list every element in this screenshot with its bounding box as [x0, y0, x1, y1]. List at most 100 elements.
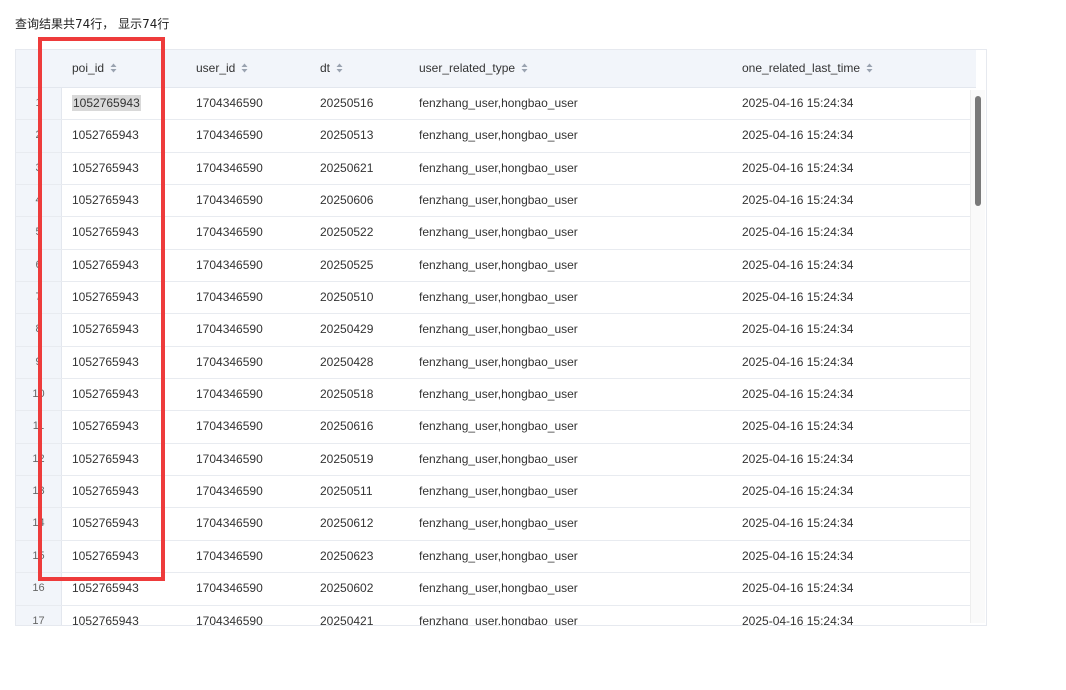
cell-user-id[interactable]: 1704346590: [196, 314, 263, 345]
cell-dt[interactable]: 20250612: [320, 508, 373, 539]
cell-dt[interactable]: 20250429: [320, 314, 373, 345]
cell-poi-id[interactable]: 1052765943: [72, 217, 139, 248]
cell-user-id[interactable]: 1704346590: [196, 508, 263, 539]
cell-one-related-last-time[interactable]: 2025-04-16 15:24:34: [742, 217, 853, 248]
cell-user-related-type[interactable]: fenzhang_user,hongbao_user: [419, 217, 578, 248]
table-row[interactable]: 12 1052765943 1704346590 20250519 fenzha…: [16, 444, 971, 477]
table-row[interactable]: 13 1052765943 1704346590 20250511 fenzha…: [16, 476, 971, 509]
cell-user-related-type[interactable]: fenzhang_user,hongbao_user: [419, 185, 578, 216]
cell-poi-id[interactable]: 1052765943: [72, 476, 139, 507]
cell-user-id[interactable]: 1704346590: [196, 476, 263, 507]
cell-dt[interactable]: 20250428: [320, 347, 373, 378]
cell-user-id[interactable]: 1704346590: [196, 185, 263, 216]
sort-icon[interactable]: [241, 63, 248, 73]
cell-poi-id[interactable]: 1052765943: [72, 314, 139, 345]
table-row[interactable]: 3 1052765943 1704346590 20250621 fenzhan…: [16, 153, 971, 186]
cell-user-related-type[interactable]: fenzhang_user,hongbao_user: [419, 88, 578, 119]
cell-user-related-type[interactable]: fenzhang_user,hongbao_user: [419, 282, 578, 313]
cell-poi-id[interactable]: 1052765943: [72, 606, 139, 626]
cell-user-id[interactable]: 1704346590: [196, 411, 263, 442]
cell-one-related-last-time[interactable]: 2025-04-16 15:24:34: [742, 347, 853, 378]
cell-user-id[interactable]: 1704346590: [196, 250, 263, 281]
cell-user-related-type[interactable]: fenzhang_user,hongbao_user: [419, 379, 578, 410]
cell-user-related-type[interactable]: fenzhang_user,hongbao_user: [419, 347, 578, 378]
cell-poi-id[interactable]: 1052765943: [72, 508, 139, 539]
cell-user-related-type[interactable]: fenzhang_user,hongbao_user: [419, 120, 578, 151]
sort-icon[interactable]: [336, 63, 343, 73]
cell-poi-id[interactable]: 1052765943: [72, 573, 139, 604]
cell-one-related-last-time[interactable]: 2025-04-16 15:24:34: [742, 88, 853, 119]
cell-one-related-last-time[interactable]: 2025-04-16 15:24:34: [742, 541, 853, 572]
table-row[interactable]: 2 1052765943 1704346590 20250513 fenzhan…: [16, 120, 971, 153]
cell-one-related-last-time[interactable]: 2025-04-16 15:24:34: [742, 606, 853, 626]
cell-user-id[interactable]: 1704346590: [196, 282, 263, 313]
cell-dt[interactable]: 20250421: [320, 606, 373, 626]
cell-user-related-type[interactable]: fenzhang_user,hongbao_user: [419, 541, 578, 572]
cell-poi-id[interactable]: 1052765943: [72, 250, 139, 281]
cell-dt[interactable]: 20250516: [320, 88, 373, 119]
cell-dt[interactable]: 20250513: [320, 120, 373, 151]
table-row[interactable]: 1 1052765943 1704346590 20250516 fenzhan…: [16, 88, 971, 121]
cell-user-related-type[interactable]: fenzhang_user,hongbao_user: [419, 250, 578, 281]
column-header-poi-id[interactable]: poi_id: [72, 50, 117, 87]
cell-one-related-last-time[interactable]: 2025-04-16 15:24:34: [742, 508, 853, 539]
cell-user-related-type[interactable]: fenzhang_user,hongbao_user: [419, 606, 578, 626]
table-row[interactable]: 6 1052765943 1704346590 20250525 fenzhan…: [16, 250, 971, 283]
column-header-user-related-type[interactable]: user_related_type: [419, 50, 528, 87]
cell-one-related-last-time[interactable]: 2025-04-16 15:24:34: [742, 444, 853, 475]
cell-user-related-type[interactable]: fenzhang_user,hongbao_user: [419, 411, 578, 442]
cell-user-id[interactable]: 1704346590: [196, 541, 263, 572]
cell-dt[interactable]: 20250621: [320, 153, 373, 184]
cell-poi-id[interactable]: 1052765943: [72, 282, 139, 313]
cell-poi-id[interactable]: 1052765943: [72, 541, 139, 572]
cell-one-related-last-time[interactable]: 2025-04-16 15:24:34: [742, 476, 853, 507]
cell-user-related-type[interactable]: fenzhang_user,hongbao_user: [419, 476, 578, 507]
table-row[interactable]: 5 1052765943 1704346590 20250522 fenzhan…: [16, 217, 971, 250]
cell-poi-id[interactable]: 1052765943: [72, 153, 139, 184]
cell-dt[interactable]: 20250511: [320, 476, 373, 507]
cell-dt[interactable]: 20250510: [320, 282, 373, 313]
table-row[interactable]: 15 1052765943 1704346590 20250623 fenzha…: [16, 541, 971, 574]
cell-user-id[interactable]: 1704346590: [196, 606, 263, 626]
cell-one-related-last-time[interactable]: 2025-04-16 15:24:34: [742, 282, 853, 313]
cell-dt[interactable]: 20250518: [320, 379, 373, 410]
column-header-one-related-last-time[interactable]: one_related_last_time: [742, 50, 873, 87]
table-row[interactable]: 10 1052765943 1704346590 20250518 fenzha…: [16, 379, 971, 412]
table-row[interactable]: 9 1052765943 1704346590 20250428 fenzhan…: [16, 347, 971, 380]
cell-dt[interactable]: 20250519: [320, 444, 373, 475]
sort-icon[interactable]: [866, 63, 873, 73]
cell-poi-id[interactable]: 1052765943: [72, 185, 139, 216]
cell-user-id[interactable]: 1704346590: [196, 573, 263, 604]
cell-user-id[interactable]: 1704346590: [196, 444, 263, 475]
cell-one-related-last-time[interactable]: 2025-04-16 15:24:34: [742, 573, 853, 604]
sort-icon[interactable]: [110, 63, 117, 73]
cell-dt[interactable]: 20250623: [320, 541, 373, 572]
cell-user-related-type[interactable]: fenzhang_user,hongbao_user: [419, 444, 578, 475]
cell-poi-id[interactable]: 1052765943: [72, 411, 139, 442]
cell-user-related-type[interactable]: fenzhang_user,hongbao_user: [419, 508, 578, 539]
cell-user-related-type[interactable]: fenzhang_user,hongbao_user: [419, 314, 578, 345]
table-row[interactable]: 4 1052765943 1704346590 20250606 fenzhan…: [16, 185, 971, 218]
table-row[interactable]: 14 1052765943 1704346590 20250612 fenzha…: [16, 508, 971, 541]
column-header-user-id[interactable]: user_id: [196, 50, 248, 87]
table-row[interactable]: 17 1052765943 1704346590 20250421 fenzha…: [16, 606, 971, 626]
sort-icon[interactable]: [521, 63, 528, 73]
cell-poi-id[interactable]: 1052765943: [72, 347, 139, 378]
cell-poi-id[interactable]: 1052765943: [72, 379, 139, 410]
cell-user-related-type[interactable]: fenzhang_user,hongbao_user: [419, 153, 578, 184]
cell-user-id[interactable]: 1704346590: [196, 379, 263, 410]
cell-one-related-last-time[interactable]: 2025-04-16 15:24:34: [742, 120, 853, 151]
cell-user-id[interactable]: 1704346590: [196, 88, 263, 119]
cell-one-related-last-time[interactable]: 2025-04-16 15:24:34: [742, 379, 853, 410]
vertical-scrollbar[interactable]: [970, 90, 985, 623]
scrollbar-thumb[interactable]: [975, 96, 981, 206]
cell-user-id[interactable]: 1704346590: [196, 347, 263, 378]
cell-one-related-last-time[interactable]: 2025-04-16 15:24:34: [742, 185, 853, 216]
cell-user-id[interactable]: 1704346590: [196, 153, 263, 184]
cell-dt[interactable]: 20250522: [320, 217, 373, 248]
cell-user-id[interactable]: 1704346590: [196, 120, 263, 151]
table-row[interactable]: 11 1052765943 1704346590 20250616 fenzha…: [16, 411, 971, 444]
cell-poi-id[interactable]: 1052765943: [72, 88, 141, 119]
cell-one-related-last-time[interactable]: 2025-04-16 15:24:34: [742, 314, 853, 345]
cell-one-related-last-time[interactable]: 2025-04-16 15:24:34: [742, 411, 853, 442]
